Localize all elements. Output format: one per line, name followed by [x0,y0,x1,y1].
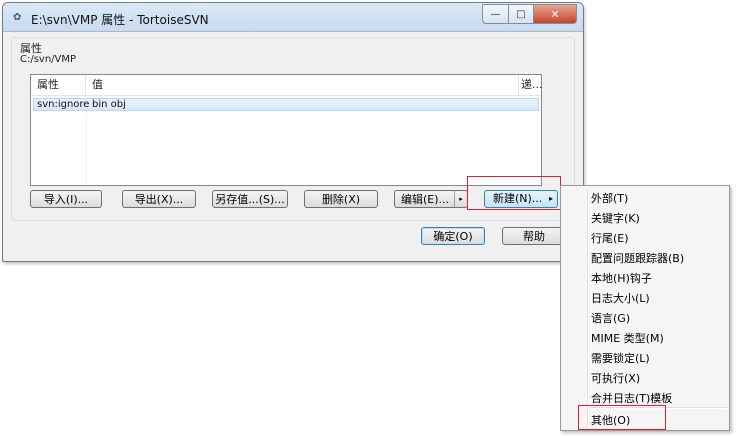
edit-split-button[interactable]: 编辑(E)... ▸ [394,190,468,208]
row-value: bin obj [92,99,126,110]
menu-item-keywords[interactable]: 关键字(K) [591,209,640,228]
menu-item-eol[interactable]: 行尾(E) [591,229,629,248]
menu-item-local-hooks[interactable]: 本地(H)钩子 [591,269,652,288]
menu-item-externals[interactable]: 外部(T) [591,189,628,208]
minimize-icon: — [490,8,501,20]
row-property: svn:ignore [37,99,90,110]
menu-gutter [587,188,589,428]
save-value-button[interactable]: 另存值...(S)... [212,190,288,208]
new-button-highlight [467,176,561,210]
properties-list[interactable]: 属性 值 递... svn:ignore bin obj [30,74,543,186]
ok-button[interactable]: 确定(O) [421,227,485,245]
menu-item-mime-type[interactable]: MIME 类型(M) [591,329,664,348]
column-header-value[interactable]: 值 [86,75,519,95]
delete-button[interactable]: 删除(X) [304,190,378,208]
window-title: E:\svn\VMP 属性 - TortoiseSVN [31,13,209,27]
help-button[interactable]: 帮助 [502,227,566,245]
menu-item-bugtracker[interactable]: 配置问题跟踪器(B) [591,249,684,268]
properties-dialog: ✿ E:\svn\VMP 属性 - TortoiseSVN — □ ✕ 属性 C… [2,2,584,262]
edit-dropdown-arrow-icon[interactable]: ▸ [454,191,467,207]
new-property-menu: 外部(T) 关键字(K) 行尾(E) 配置问题跟踪器(B) 本地(H)钩子 日志… [560,185,730,431]
menu-item-executable[interactable]: 可执行(X) [591,369,640,388]
import-button[interactable]: 导入(I)... [30,190,102,208]
maximize-button[interactable]: □ [509,4,534,24]
column-header-property[interactable]: 属性 [31,75,86,95]
menu-item-needs-lock[interactable]: 需要锁定(L) [591,349,650,368]
minimize-button[interactable]: — [482,4,509,24]
column-header-recursive[interactable]: 递... [519,75,543,95]
edit-button-label: 编辑(E)... [401,193,450,206]
list-header: 属性 值 递... [31,75,543,96]
export-button[interactable]: 导出(X)... [122,190,196,208]
tortoisesvn-app-icon: ✿ [13,12,22,23]
dialog-content: 属性 C:/svn/VMP 属性 值 递... svn:ignore bin o… [11,37,575,253]
other-item-highlight [578,405,666,430]
table-row[interactable]: svn:ignore bin obj [33,98,539,111]
close-button[interactable]: ✕ [534,4,577,24]
title-bar[interactable]: ✿ E:\svn\VMP 属性 - TortoiseSVN — □ ✕ [3,3,583,32]
path-label: C:/svn/VMP [20,54,77,65]
menu-item-languages[interactable]: 语言(G) [591,309,630,328]
caption-buttons: — □ ✕ [482,4,577,24]
menu-item-log-sizes[interactable]: 日志大小(L) [591,289,650,308]
maximize-icon: □ [516,8,526,20]
close-icon: ✕ [550,7,560,21]
